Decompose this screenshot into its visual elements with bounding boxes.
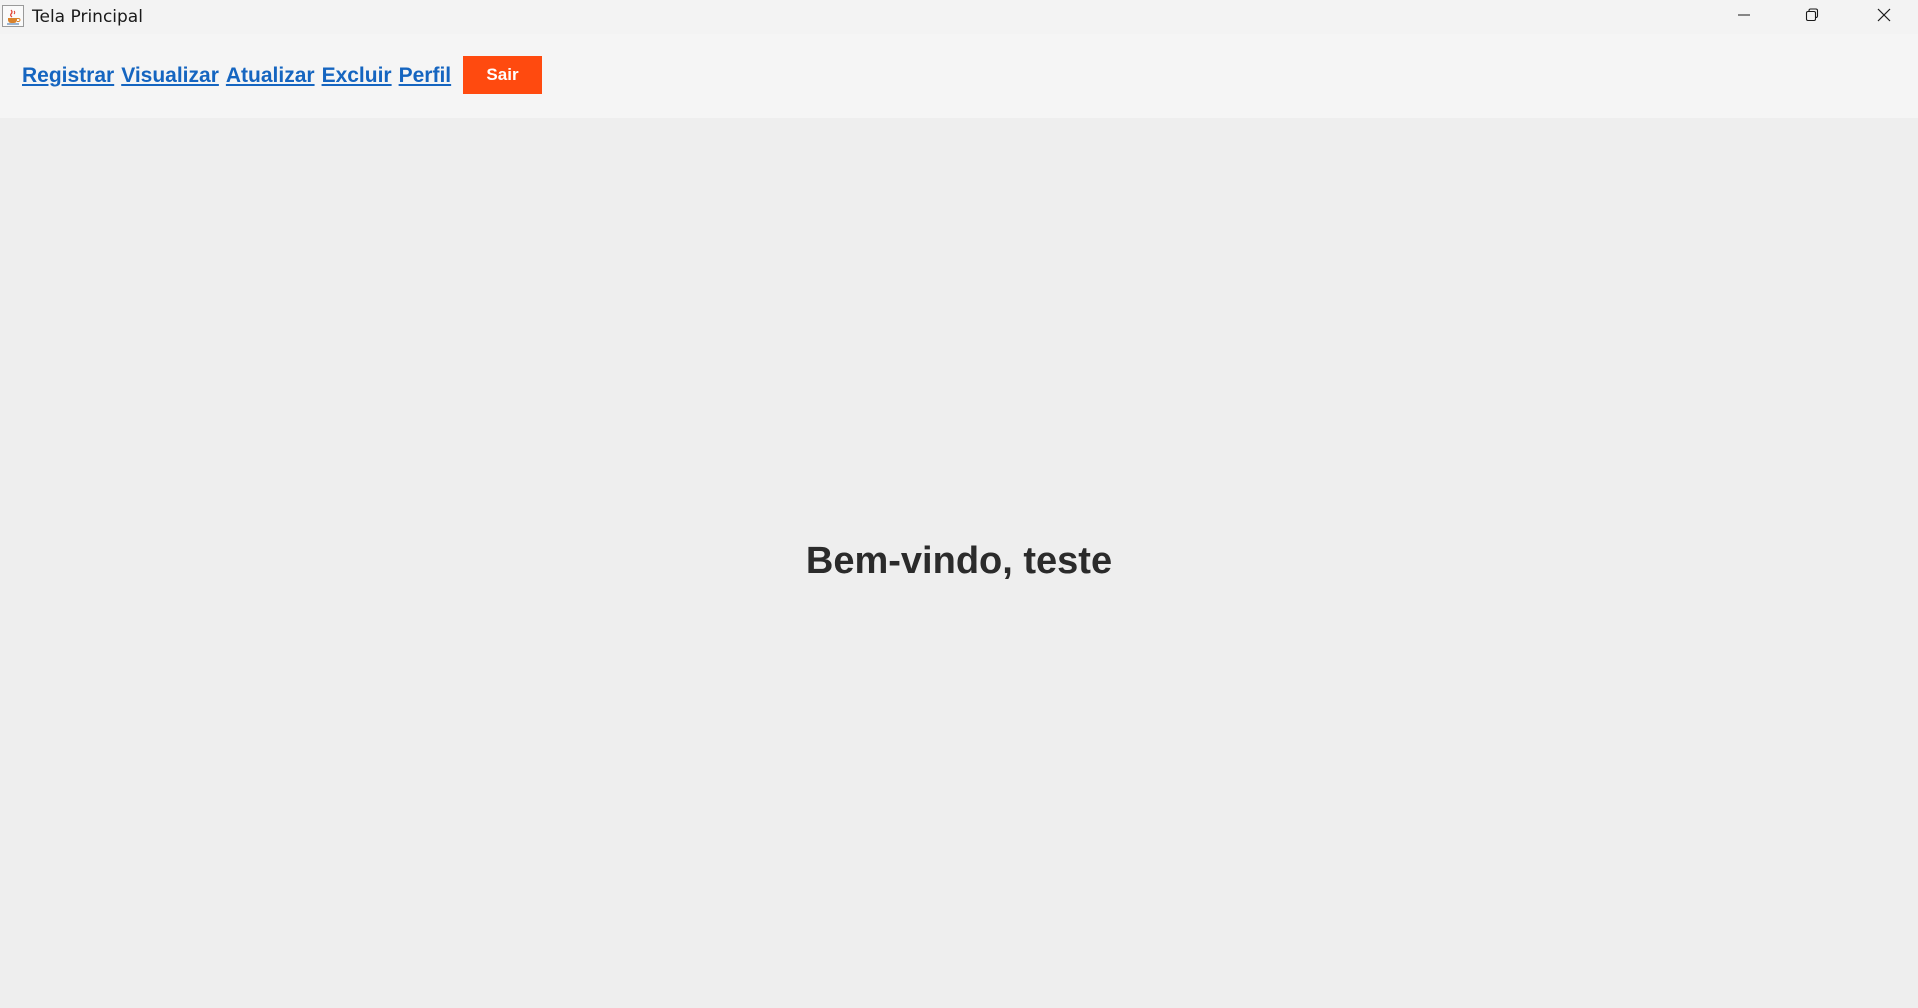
nav-link-perfil[interactable]: Perfil [399,64,452,88]
nav-link-atualizar[interactable]: Atualizar [226,64,315,88]
nav-link-visualizar[interactable]: Visualizar [121,64,219,88]
title-bar[interactable]: Tela Principal [0,0,1918,34]
welcome-message: Bem-vindo, teste [805,540,1113,582]
window-title: Tela Principal [32,7,143,27]
nav-link-excluir[interactable]: Excluir [322,64,392,88]
main-content: Bem-vindo, teste [0,118,1918,1008]
nav-links: Registrar Visualizar Atualizar Excluir P… [22,64,458,88]
main-window: Tela Principal Registrar Visualizar Atua… [0,0,1918,1008]
nav-link-registrar[interactable]: Registrar [22,64,114,88]
minimize-icon [1737,8,1751,27]
close-icon [1876,7,1892,28]
restore-icon [1805,7,1819,27]
menu-bar: Registrar Visualizar Atualizar Excluir P… [0,34,1918,118]
maximize-button[interactable] [1778,0,1846,34]
close-button[interactable] [1850,0,1918,34]
minimize-button[interactable] [1710,0,1778,34]
logout-button[interactable]: Sair [463,56,542,94]
java-cup-icon [2,5,24,27]
